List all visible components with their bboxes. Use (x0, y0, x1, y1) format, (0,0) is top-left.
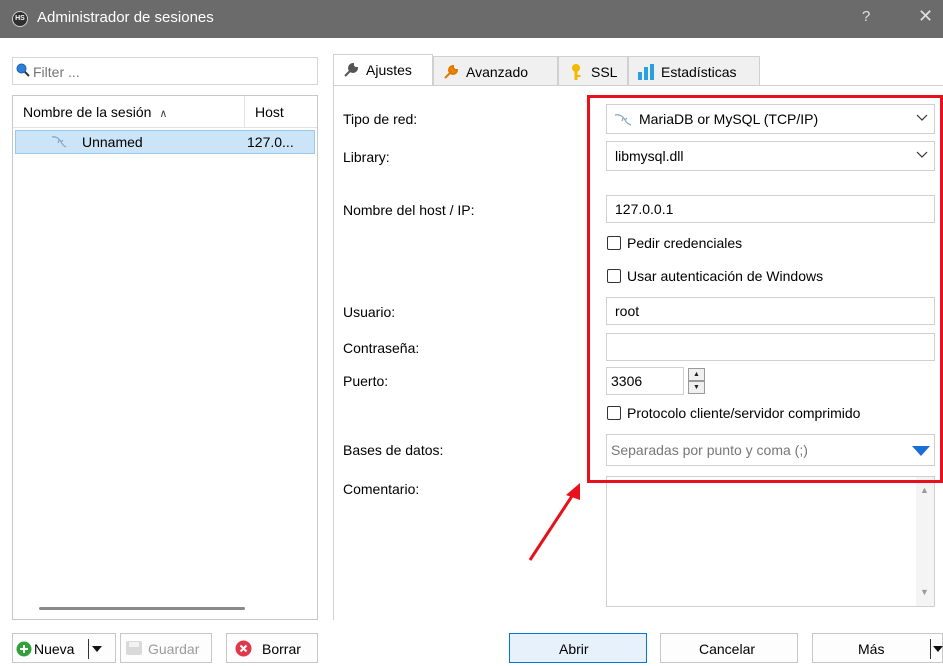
label-port: Puerto: (343, 373, 389, 389)
new-session-button[interactable]: Nueva (12, 633, 116, 663)
column-name-label: Nombre de la sesión (23, 104, 152, 120)
key-icon (572, 64, 581, 80)
label-user: Usuario: (343, 304, 396, 320)
tab-label: Estadísticas (661, 64, 737, 80)
session-filter[interactable] (12, 57, 318, 85)
window-title: Administrador de sesiones (37, 9, 214, 26)
sort-ascending-icon: ∧ (159, 108, 168, 120)
save-disk-icon (126, 641, 142, 655)
label-comment: Comentario: (343, 481, 420, 497)
scroll-up-icon[interactable]: ▲ (920, 485, 929, 495)
button-label: Guardar (148, 641, 200, 657)
tab-avanzado[interactable]: Avanzado (433, 56, 558, 86)
tab-label: Avanzado (466, 64, 529, 80)
tab-label: Ajustes (366, 62, 412, 78)
column-header-name[interactable]: Nombre de la sesión ∧ (13, 96, 245, 128)
delete-icon (235, 640, 252, 657)
annotation-arrow-icon (528, 483, 580, 561)
save-button[interactable]: Guardar (120, 633, 212, 663)
button-label: Cancelar (699, 641, 756, 657)
split-divider (930, 639, 931, 659)
comment-textarea[interactable]: ▲ ▼ (606, 476, 935, 607)
wrench-icon (344, 62, 359, 77)
session-name: Unnamed (82, 134, 143, 150)
scroll-down-icon[interactable]: ▼ (920, 587, 929, 597)
add-icon (16, 641, 32, 657)
wrench-orange-icon (444, 64, 459, 79)
more-button[interactable]: Más (812, 633, 943, 663)
tab-label: SSL (591, 64, 618, 80)
delete-button[interactable]: Borrar (226, 633, 318, 663)
dropdown-arrow-icon[interactable] (933, 646, 943, 652)
close-button[interactable]: ✕ (918, 6, 933, 27)
label-password: Contraseña: (343, 340, 420, 356)
tab-ajustes[interactable]: Ajustes (333, 54, 433, 87)
heidisql-app-icon: HS (12, 11, 28, 27)
search-icon (16, 63, 30, 77)
vertical-scrollbar[interactable]: ▲ ▼ (916, 477, 934, 606)
mysql-dolphin-icon (51, 136, 67, 148)
label-databases: Bases de datos: (343, 442, 444, 458)
button-label: Borrar (262, 641, 301, 657)
session-row[interactable]: Unnamed 127.0... (15, 130, 315, 154)
split-divider (88, 639, 89, 659)
column-header-host[interactable]: Host (245, 96, 317, 128)
open-button[interactable]: Abrir (509, 633, 647, 663)
cancel-button[interactable]: Cancelar (660, 633, 798, 663)
title-bar: HS Administrador de sesiones ? ✕ (0, 0, 943, 38)
filter-input[interactable] (33, 62, 303, 81)
session-list-header: Nombre de la sesión ∧ Host (13, 96, 317, 128)
dropdown-arrow-icon[interactable] (92, 646, 102, 652)
session-list[interactable]: Nombre de la sesión ∧ Host Unnamed 127.0.… (12, 95, 318, 620)
label-library: Library: (343, 149, 390, 165)
bar-chart-icon (638, 64, 654, 80)
button-label: Abrir (559, 641, 589, 657)
tab-ssl[interactable]: SSL (558, 56, 628, 86)
tab-estadisticas[interactable]: Estadísticas (628, 56, 760, 86)
annotation-highlight-frame (587, 95, 943, 483)
horizontal-scrollbar[interactable] (39, 607, 245, 610)
button-label: Más (858, 641, 885, 657)
label-network-type: Tipo de red: (343, 111, 418, 127)
label-host: Nombre del host / IP: (343, 202, 475, 218)
session-host: 127.0... (247, 134, 294, 150)
help-button[interactable]: ? (862, 8, 870, 25)
button-label: Nueva (34, 641, 75, 657)
